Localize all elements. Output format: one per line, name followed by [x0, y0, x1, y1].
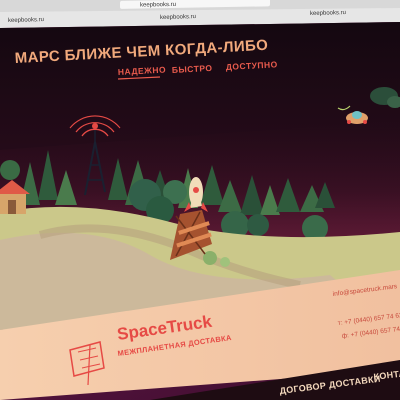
tab-2[interactable]: keepbooks.ru — [160, 14, 196, 21]
screenshot-stage: keepbooks.ru keepbooks.ru keepbooks.ru k… — [0, 0, 400, 400]
tab-3[interactable]: keepbooks.ru — [310, 10, 346, 17]
tab-1[interactable]: keepbooks.ru — [8, 17, 44, 24]
address-text: keepbooks.ru — [140, 2, 176, 9]
nav-fast[interactable]: БЫСТРО — [172, 63, 213, 75]
tilted-monitor-screen: keepbooks.ru keepbooks.ru keepbooks.ru k… — [0, 0, 400, 400]
